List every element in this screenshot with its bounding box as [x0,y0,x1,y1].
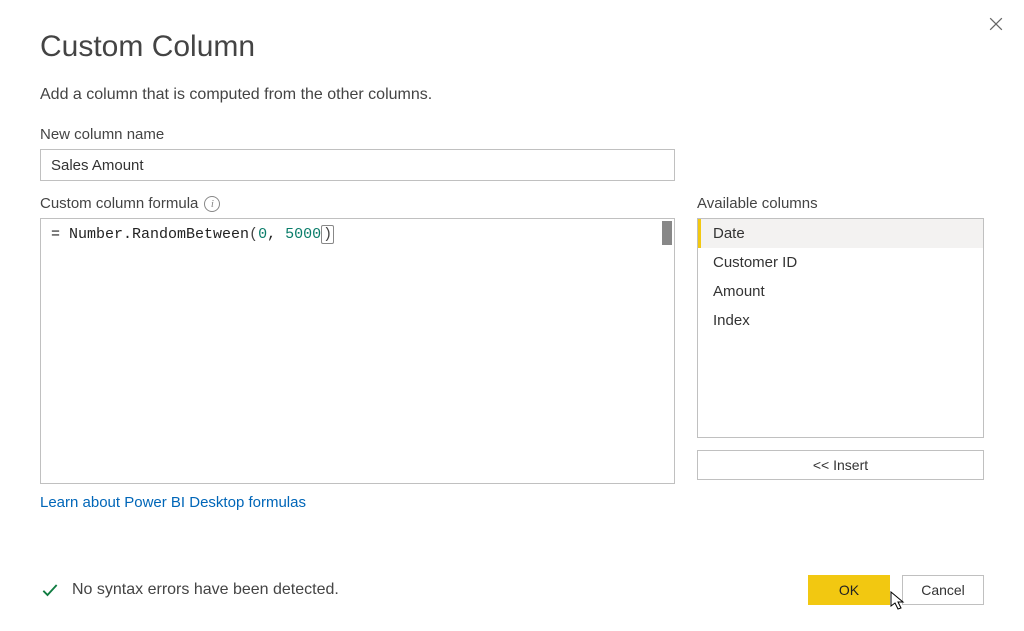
available-columns-list[interactable]: DateCustomer IDAmountIndex [697,218,984,438]
dialog-title: Custom Column [40,30,984,64]
check-icon [40,580,60,600]
available-columns-label: Available columns [697,195,984,212]
status-text: No syntax errors have been detected. [72,581,339,599]
formula-text: = Number.RandomBetween(0, 5000) [41,219,674,250]
info-icon[interactable]: i [204,196,220,212]
available-column-item[interactable]: Index [698,306,983,335]
ok-button[interactable]: OK [808,575,890,605]
available-column-item[interactable]: Date [698,219,983,248]
formula-editor[interactable]: = Number.RandomBetween(0, 5000) [40,218,675,484]
cancel-button[interactable]: Cancel [902,575,984,605]
dialog-subtitle: Add a column that is computed from the o… [40,86,984,104]
available-column-item[interactable]: Customer ID [698,248,983,277]
formula-label: Custom column formula i [40,195,675,212]
column-name-label: New column name [40,126,984,143]
available-column-item[interactable]: Amount [698,277,983,306]
status-bar: No syntax errors have been detected. [40,580,339,600]
scrollbar-thumb[interactable] [662,221,672,245]
learn-link[interactable]: Learn about Power BI Desktop formulas [40,494,306,511]
close-icon[interactable] [986,14,1006,34]
insert-button[interactable]: << Insert [697,450,984,480]
column-name-input[interactable] [40,149,675,181]
formula-label-text: Custom column formula [40,195,198,212]
